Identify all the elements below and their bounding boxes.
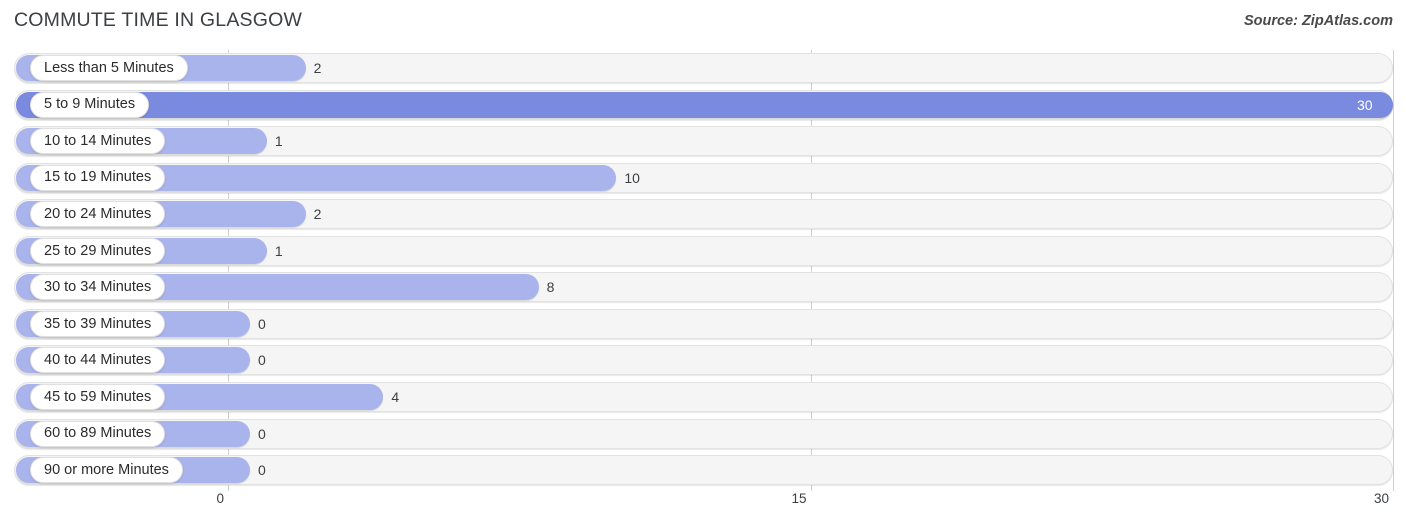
gridline (1393, 50, 1394, 491)
bar-category-text: 40 to 44 Minutes (44, 352, 152, 369)
bar-category-text: 35 to 39 Minutes (44, 315, 152, 332)
bar-category-text: 5 to 9 Minutes (44, 96, 136, 113)
bar-category-text: 90 or more Minutes (44, 461, 169, 478)
bar-value-label: 0 (258, 425, 266, 442)
bar-row[interactable]: 40 to 44 Minutes 0 (14, 345, 1393, 376)
bar-category-label: 5 to 9 Minutes (30, 91, 150, 118)
bar-category-label: 60 to 89 Minutes (30, 420, 166, 447)
bar-category-label: 30 to 34 Minutes (30, 274, 166, 301)
bar-category-text: 15 to 19 Minutes (44, 169, 152, 186)
bar-value-label: 1 (274, 242, 283, 259)
bar-category-text: 20 to 24 Minutes (44, 205, 152, 222)
bar-category-label: 90 or more Minutes (30, 457, 183, 484)
bar-value-label: 8 (546, 279, 555, 296)
bar-category-label: 20 to 24 Minutes (30, 201, 166, 228)
chart-header: COMMUTE TIME IN GLASGOW Source: ZipAtlas… (0, 0, 1406, 46)
page-title: COMMUTE TIME IN GLASGOW (14, 9, 303, 31)
bar-value-label: 2 (313, 60, 322, 76)
bar-category-label: 45 to 59 Minutes (30, 383, 166, 410)
bar-value-label: 0 (258, 315, 266, 332)
x-axis-tick-label: 15 (791, 491, 807, 506)
bar-category-text: 60 to 89 Minutes (44, 425, 152, 442)
bar-row[interactable]: 15 to 19 Minutes 10 (14, 162, 1393, 193)
bar-row[interactable]: 20 to 24 Minutes 2 (14, 199, 1393, 230)
bar-row[interactable]: 10 to 14 Minutes 1 (14, 126, 1393, 157)
bar[interactable] (16, 91, 1393, 118)
bar-category-text: Less than 5 Minutes (44, 59, 174, 76)
bar-row[interactable]: 60 to 89 Minutes 0 (14, 418, 1393, 449)
bar-value-label: 0 (258, 352, 266, 369)
bar-row[interactable]: Less than 5 Minutes 2 (14, 53, 1393, 83)
bar-category-text: 45 to 59 Minutes (44, 388, 152, 405)
bar-category-text: 30 to 34 Minutes (44, 279, 152, 296)
bar-value-label: 1 (274, 133, 283, 150)
bar-value-label: 2 (313, 206, 322, 223)
bar-category-label: 40 to 44 Minutes (30, 347, 166, 374)
bar-value-label: 4 (391, 388, 400, 405)
bar-row[interactable]: 90 or more Minutes 0 (14, 455, 1393, 486)
bar-row[interactable]: 5 to 9 Minutes 30 (14, 89, 1393, 120)
source-attribution: Source: ZipAtlas.com (1243, 13, 1393, 29)
bar-row[interactable]: 25 to 29 Minutes 1 (14, 235, 1393, 266)
bar-category-label: Less than 5 Minutes (30, 55, 188, 81)
chart-plot-area: Less than 5 Minutes 2 5 to 9 Minutes 30 10 t… (0, 46, 1406, 491)
bar-value-label: 10 (624, 169, 640, 186)
bar-category-label: 15 to 19 Minutes (30, 164, 166, 191)
bar-category-text: 25 to 29 Minutes (44, 242, 152, 259)
bar-row[interactable]: 45 to 59 Minutes 4 (14, 381, 1393, 412)
bar-category-label: 35 to 39 Minutes (30, 310, 166, 337)
x-axis-tick-label: 0 (216, 491, 224, 506)
bar-value-label: 0 (258, 462, 266, 479)
x-axis: 0 15 30 (0, 487, 1406, 523)
bar-row[interactable]: 35 to 39 Minutes 0 (14, 308, 1393, 339)
x-axis-tick-label: 30 (1373, 491, 1389, 506)
bar-category-label: 10 to 14 Minutes (30, 128, 166, 155)
bar-category-label: 25 to 29 Minutes (30, 237, 166, 264)
bar-row[interactable]: 30 to 34 Minutes 8 (14, 272, 1393, 303)
bar-value-label: 30 (1357, 96, 1373, 113)
bar-category-text: 10 to 14 Minutes (44, 132, 152, 149)
